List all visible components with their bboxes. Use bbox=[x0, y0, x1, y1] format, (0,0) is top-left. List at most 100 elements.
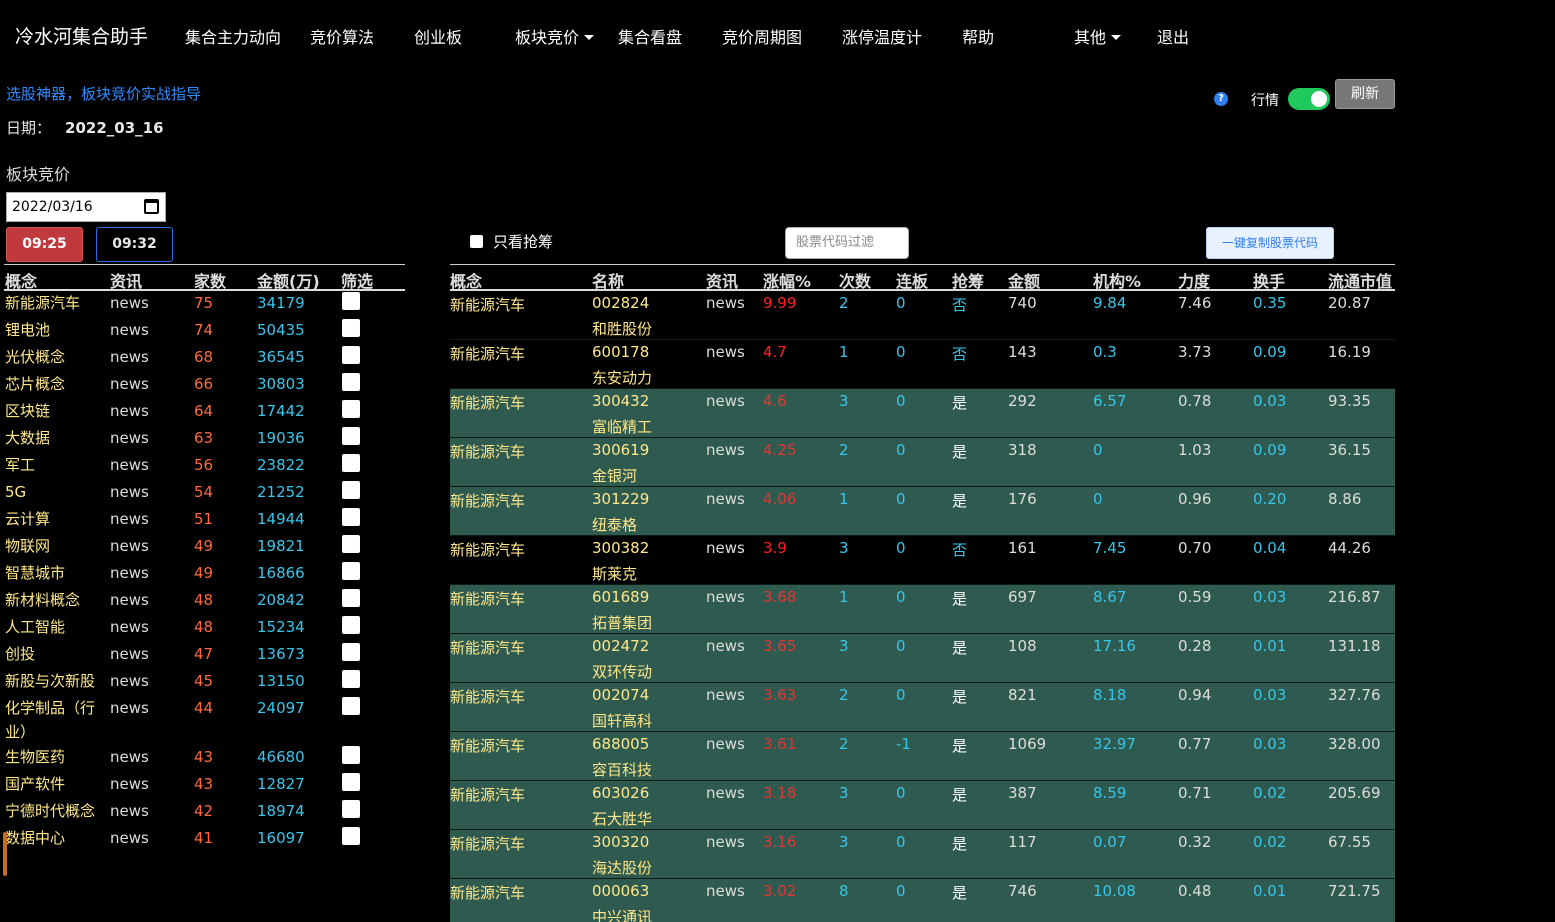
stock-row[interactable]: 新能源汽车 603026 石大胜华 news 3.18 3 0 是 387 8.59 0.71 0.0… bbox=[450, 781, 1395, 830]
concept-name[interactable]: 新材料概念 bbox=[5, 588, 105, 612]
concept-filter-checkbox[interactable] bbox=[342, 373, 360, 391]
stock-row[interactable]: 新能源汽车 002472 双环传动 news 3.65 3 0 是 108 17.16 0.28 0.… bbox=[450, 634, 1395, 683]
date-picker-input[interactable]: 2022/03/16 bbox=[6, 192, 166, 222]
header-grab[interactable]: 抢筹 bbox=[952, 268, 984, 292]
concept-filter-checkbox[interactable] bbox=[342, 746, 360, 764]
header-name[interactable]: 名称 bbox=[592, 268, 624, 292]
concept-name[interactable]: 芯片概念 bbox=[5, 372, 105, 396]
stock-news-link[interactable]: news bbox=[706, 294, 745, 312]
concept-filter-checkbox[interactable] bbox=[342, 643, 360, 661]
header-amount[interactable]: 金额(万) bbox=[257, 268, 320, 292]
nav-other[interactable]: 其他 bbox=[1074, 24, 1122, 48]
header-institution[interactable]: 机构% bbox=[1093, 268, 1141, 292]
concept-filter-checkbox[interactable] bbox=[342, 454, 360, 472]
stock-name[interactable]: 斯莱克 bbox=[592, 563, 637, 584]
header-concept[interactable]: 概念 bbox=[450, 268, 482, 292]
concept-name[interactable]: 区块链 bbox=[5, 399, 105, 423]
concept-filter-checkbox[interactable] bbox=[342, 346, 360, 364]
concept-name[interactable]: 化学制品（行业） bbox=[5, 696, 105, 744]
stock-code[interactable]: 301229 bbox=[592, 490, 649, 508]
nav-auction-algo[interactable]: 竞价算法 bbox=[310, 24, 374, 48]
concept-news-link[interactable]: news bbox=[110, 591, 149, 609]
app-brand[interactable]: 冷水河集合助手 bbox=[15, 22, 148, 49]
nav-cycle-chart[interactable]: 竞价周期图 bbox=[722, 24, 802, 48]
concept-news-link[interactable]: news bbox=[110, 510, 149, 528]
concept-filter-checkbox[interactable] bbox=[342, 481, 360, 499]
header-count[interactable]: 家数 bbox=[194, 268, 226, 292]
stock-news-link[interactable]: news bbox=[706, 441, 745, 459]
stock-code[interactable]: 300619 bbox=[592, 441, 649, 459]
header-force[interactable]: 力度 bbox=[1178, 268, 1210, 292]
concept-name[interactable]: 国产软件 bbox=[5, 772, 105, 796]
stock-news-link[interactable]: news bbox=[706, 490, 745, 508]
concept-news-link[interactable]: news bbox=[110, 645, 149, 663]
stock-name[interactable]: 中兴通讯 bbox=[592, 906, 652, 922]
stock-name[interactable]: 纽泰格 bbox=[592, 514, 637, 535]
concept-name[interactable]: 人工智能 bbox=[5, 615, 105, 639]
concept-news-link[interactable]: news bbox=[110, 829, 149, 847]
concept-filter-checkbox[interactable] bbox=[342, 670, 360, 688]
stock-code[interactable]: 300382 bbox=[592, 539, 649, 557]
stock-name[interactable]: 国轩高科 bbox=[592, 710, 652, 731]
concept-name[interactable]: 智慧城市 bbox=[5, 561, 105, 585]
concept-filter-checkbox[interactable] bbox=[342, 535, 360, 553]
only-grab-filter[interactable]: 只看抢筹 bbox=[470, 231, 553, 252]
concept-filter-checkbox[interactable] bbox=[342, 292, 360, 310]
header-news[interactable]: 资讯 bbox=[110, 268, 142, 292]
concept-news-link[interactable]: news bbox=[110, 294, 149, 312]
concept-name[interactable]: 生物医药 bbox=[5, 745, 105, 769]
header-times[interactable]: 次数 bbox=[839, 268, 871, 292]
concept-filter-checkbox[interactable] bbox=[342, 427, 360, 445]
concept-news-link[interactable]: news bbox=[110, 429, 149, 447]
stock-code[interactable]: 600178 bbox=[592, 343, 649, 361]
stock-name[interactable]: 富临精工 bbox=[592, 416, 652, 437]
concept-filter-checkbox[interactable] bbox=[342, 319, 360, 337]
concept-name[interactable]: 新能源汽车 bbox=[5, 291, 105, 315]
concept-news-link[interactable]: news bbox=[110, 483, 149, 501]
stock-news-link[interactable]: news bbox=[706, 784, 745, 802]
concept-news-link[interactable]: news bbox=[110, 618, 149, 636]
header-float-cap[interactable]: 流通市值 bbox=[1328, 268, 1392, 292]
concept-news-link[interactable]: news bbox=[110, 564, 149, 582]
stock-row[interactable]: 新能源汽车 300619 金银河 news 4.25 2 0 是 318 0 1.03 0.09 36.… bbox=[450, 438, 1395, 487]
time-0925-button[interactable]: 09:25 bbox=[6, 227, 83, 262]
concept-news-link[interactable]: news bbox=[110, 802, 149, 820]
concept-news-link[interactable]: news bbox=[110, 456, 149, 474]
help-icon[interactable]: ? bbox=[1214, 92, 1228, 106]
concept-news-link[interactable]: news bbox=[110, 321, 149, 339]
concept-filter-checkbox[interactable] bbox=[342, 508, 360, 526]
concept-filter-checkbox[interactable] bbox=[342, 562, 360, 580]
stock-row[interactable]: 新能源汽车 002824 和胜股份 news 9.99 2 0 否 740 9.84 7.46 0.3… bbox=[450, 291, 1395, 340]
concept-name[interactable]: 新股与次新股 bbox=[5, 669, 105, 693]
concept-filter-checkbox[interactable] bbox=[342, 400, 360, 418]
copy-codes-button[interactable]: 一键复制股票代码 bbox=[1206, 227, 1334, 259]
stock-name[interactable]: 容百科技 bbox=[592, 759, 652, 780]
time-0932-button[interactable]: 09:32 bbox=[96, 227, 173, 262]
concept-news-link[interactable]: news bbox=[110, 402, 149, 420]
concept-filter-checkbox[interactable] bbox=[342, 773, 360, 791]
stock-code[interactable]: 688005 bbox=[592, 735, 649, 753]
concept-name[interactable]: 宁德时代概念 bbox=[5, 799, 105, 823]
header-limit-streak[interactable]: 连板 bbox=[896, 268, 928, 292]
concept-news-link[interactable]: news bbox=[110, 699, 149, 717]
stock-news-link[interactable]: news bbox=[706, 735, 745, 753]
concept-name[interactable]: 光伏概念 bbox=[5, 345, 105, 369]
concept-name[interactable]: 大数据 bbox=[5, 426, 105, 450]
stock-code[interactable]: 300320 bbox=[592, 833, 649, 851]
concept-name[interactable]: 云计算 bbox=[5, 507, 105, 531]
stock-news-link[interactable]: news bbox=[706, 882, 745, 900]
stock-row[interactable]: 新能源汽车 688005 容百科技 news 3.61 2 -1 是 1069 32.97 0.77… bbox=[450, 732, 1395, 781]
header-concept[interactable]: 概念 bbox=[5, 268, 37, 292]
concept-filter-checkbox[interactable] bbox=[342, 697, 360, 715]
concept-name[interactable]: 锂电池 bbox=[5, 318, 105, 342]
header-turnover[interactable]: 换手 bbox=[1253, 268, 1285, 292]
calendar-icon[interactable] bbox=[144, 199, 159, 214]
only-grab-checkbox[interactable] bbox=[470, 234, 483, 248]
concept-news-link[interactable]: news bbox=[110, 672, 149, 690]
stock-row[interactable]: 新能源汽车 300382 斯莱克 news 3.9 3 0 否 161 7.45 0.70 0.04 4… bbox=[450, 536, 1395, 585]
header-change[interactable]: 涨幅% bbox=[763, 268, 811, 292]
stock-news-link[interactable]: news bbox=[706, 637, 745, 655]
concept-news-link[interactable]: news bbox=[110, 348, 149, 366]
concept-news-link[interactable]: news bbox=[110, 375, 149, 393]
stock-name[interactable]: 和胜股份 bbox=[592, 318, 652, 339]
